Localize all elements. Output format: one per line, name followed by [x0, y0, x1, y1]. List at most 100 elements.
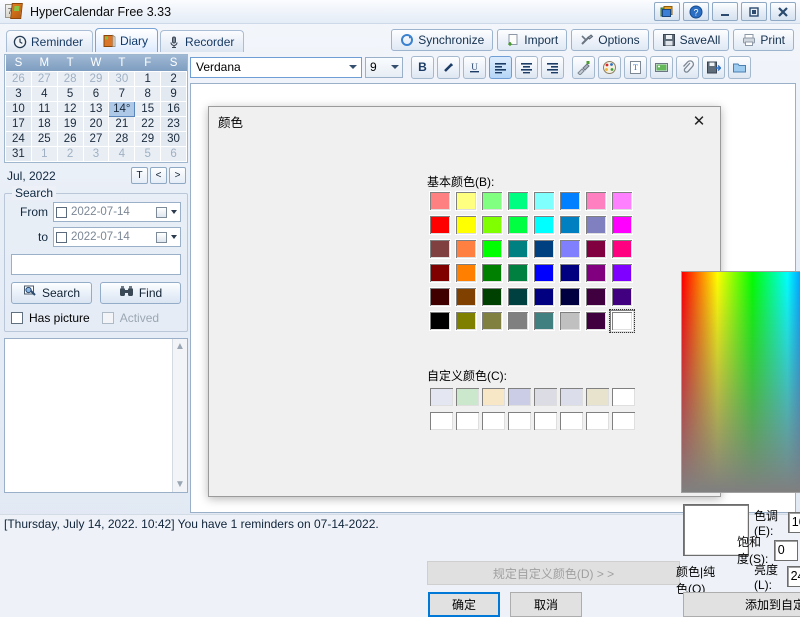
ok-button[interactable]: 确定	[428, 592, 500, 617]
attach-file-button[interactable]	[676, 55, 699, 79]
cancel-button[interactable]: 取消	[510, 592, 582, 617]
custom-color-swatch[interactable]	[506, 385, 532, 409]
custom-color-swatch[interactable]	[480, 409, 506, 433]
basic-color-swatch[interactable]	[531, 237, 557, 261]
basic-color-swatch[interactable]	[505, 261, 531, 285]
add-to-custom-colors-button[interactable]: 添加到自定义颜色(A)	[683, 592, 800, 617]
basic-color-swatch[interactable]	[505, 309, 531, 333]
basic-color-swatch[interactable]	[583, 309, 609, 333]
calendar-day-cell[interactable]: 11	[30, 100, 58, 117]
import-button[interactable]: Import	[497, 29, 568, 51]
calendar-day-cell[interactable]: 13	[82, 100, 110, 117]
color-field[interactable]	[681, 271, 800, 493]
restore-window-button[interactable]	[654, 2, 680, 21]
calendar-day-cell[interactable]: 1	[134, 70, 162, 87]
align-right-button[interactable]	[541, 55, 564, 79]
custom-color-swatch[interactable]	[454, 385, 480, 409]
calendar-day-cell[interactable]: 31	[5, 145, 32, 162]
basic-color-swatch[interactable]	[427, 309, 453, 333]
basic-color-swatch[interactable]	[609, 213, 635, 237]
prev-month-button[interactable]: <	[150, 167, 167, 184]
basic-color-swatch[interactable]	[427, 213, 453, 237]
tab-diary[interactable]: Diary	[95, 28, 159, 52]
tab-reminder[interactable]: Reminder	[6, 30, 94, 52]
custom-color-swatch[interactable]	[532, 385, 558, 409]
calendar-day-cell[interactable]: 30	[108, 70, 136, 87]
basic-color-swatch[interactable]	[531, 189, 557, 213]
luminance-input[interactable]: 240	[786, 566, 800, 587]
font-family-select[interactable]: Verdana	[190, 56, 362, 78]
basic-color-swatch[interactable]	[583, 189, 609, 213]
custom-color-swatch[interactable]	[558, 409, 584, 433]
basic-color-swatch[interactable]	[505, 189, 531, 213]
basic-color-swatch[interactable]	[479, 237, 505, 261]
custom-color-swatch[interactable]	[428, 409, 454, 433]
calendar-day-cell[interactable]: 14°	[108, 100, 136, 117]
scroll-down-icon[interactable]: ▼	[175, 479, 185, 490]
calendar-day-cell[interactable]: 4	[108, 145, 136, 162]
next-month-button[interactable]: >	[169, 167, 186, 184]
basic-color-swatch[interactable]	[453, 285, 479, 309]
basic-color-swatch[interactable]	[531, 213, 557, 237]
help-button[interactable]: ?	[683, 2, 709, 21]
minimize-button[interactable]	[712, 2, 738, 21]
save-as-button[interactable]	[702, 55, 725, 79]
basic-color-swatch[interactable]	[583, 237, 609, 261]
custom-color-swatch[interactable]	[584, 409, 610, 433]
basic-color-swatch[interactable]	[609, 189, 635, 213]
basic-color-swatch[interactable]	[453, 189, 479, 213]
custom-color-swatch[interactable]	[480, 385, 506, 409]
calendar-day-cell[interactable]: 15	[134, 100, 162, 117]
calendar-widget[interactable]: S M T W T F S 26 27 28 29 30 1 2 3 4 5 6 7 8 9 10 11 12 13 14° 15 1…	[4, 54, 188, 163]
custom-color-swatch[interactable]	[558, 385, 584, 409]
custom-color-swatch[interactable]	[454, 409, 480, 433]
search-to-checkbox[interactable]	[56, 231, 67, 243]
saveall-button[interactable]: SaveAll	[652, 29, 730, 51]
search-from-datepicker[interactable]: 2022-07-14	[53, 202, 181, 222]
calendar-day-cell[interactable]: 30	[160, 130, 187, 147]
basic-color-swatch[interactable]	[427, 261, 453, 285]
basic-color-swatch[interactable]	[557, 213, 583, 237]
basic-color-swatch[interactable]	[427, 189, 453, 213]
has-picture-checkbox[interactable]	[11, 311, 23, 324]
custom-color-swatch[interactable]	[532, 409, 558, 433]
search-from-checkbox[interactable]	[56, 206, 67, 218]
font-size-select[interactable]: 9	[365, 56, 403, 78]
calendar-day-cell[interactable]: 21	[108, 115, 136, 132]
italic-button[interactable]	[437, 55, 460, 79]
saturation-input[interactable]: 0	[773, 539, 799, 561]
basic-color-swatch[interactable]	[557, 285, 583, 309]
today-button[interactable]: T	[131, 167, 148, 184]
calendar-day-cell[interactable]: 4	[30, 85, 58, 102]
basic-color-swatch[interactable]	[453, 309, 479, 333]
calendar-day-cell[interactable]: 9	[160, 85, 187, 102]
basic-color-swatch[interactable]	[427, 285, 453, 309]
close-icon[interactable]: ✕	[682, 108, 716, 134]
search-to-dropdown[interactable]	[156, 231, 178, 243]
custom-color-swatch[interactable]	[506, 409, 532, 433]
calendar-day-cell[interactable]: 5	[134, 145, 162, 162]
basic-color-swatch[interactable]	[453, 261, 479, 285]
basic-color-swatch[interactable]	[557, 261, 583, 285]
align-center-button[interactable]	[515, 55, 538, 79]
calendar-day-cell[interactable]: 16	[160, 100, 187, 117]
custom-color-swatch[interactable]	[584, 385, 610, 409]
basic-color-swatch[interactable]	[583, 213, 609, 237]
calendar-day-cell[interactable]: 28	[108, 130, 136, 147]
basic-color-swatch-selected[interactable]	[609, 309, 635, 333]
search-button[interactable]: Search	[11, 281, 92, 304]
calendar-day-cell[interactable]: 20	[82, 115, 110, 132]
basic-color-swatch[interactable]	[479, 189, 505, 213]
maximize-button[interactable]	[741, 2, 767, 21]
search-results-list[interactable]: ▲ ▼	[4, 337, 188, 493]
basic-color-swatch[interactable]	[609, 237, 635, 261]
basic-color-swatch[interactable]	[427, 237, 453, 261]
custom-color-swatch[interactable]	[428, 385, 454, 409]
basic-color-swatch[interactable]	[453, 213, 479, 237]
calendar-day-cell[interactable]: 28	[56, 70, 84, 87]
search-from-dropdown[interactable]	[156, 206, 178, 218]
basic-color-swatch[interactable]	[453, 237, 479, 261]
calendar-day-cell[interactable]: 17	[5, 115, 32, 132]
basic-color-swatch[interactable]	[531, 309, 557, 333]
custom-colors-grid[interactable]	[428, 385, 636, 433]
